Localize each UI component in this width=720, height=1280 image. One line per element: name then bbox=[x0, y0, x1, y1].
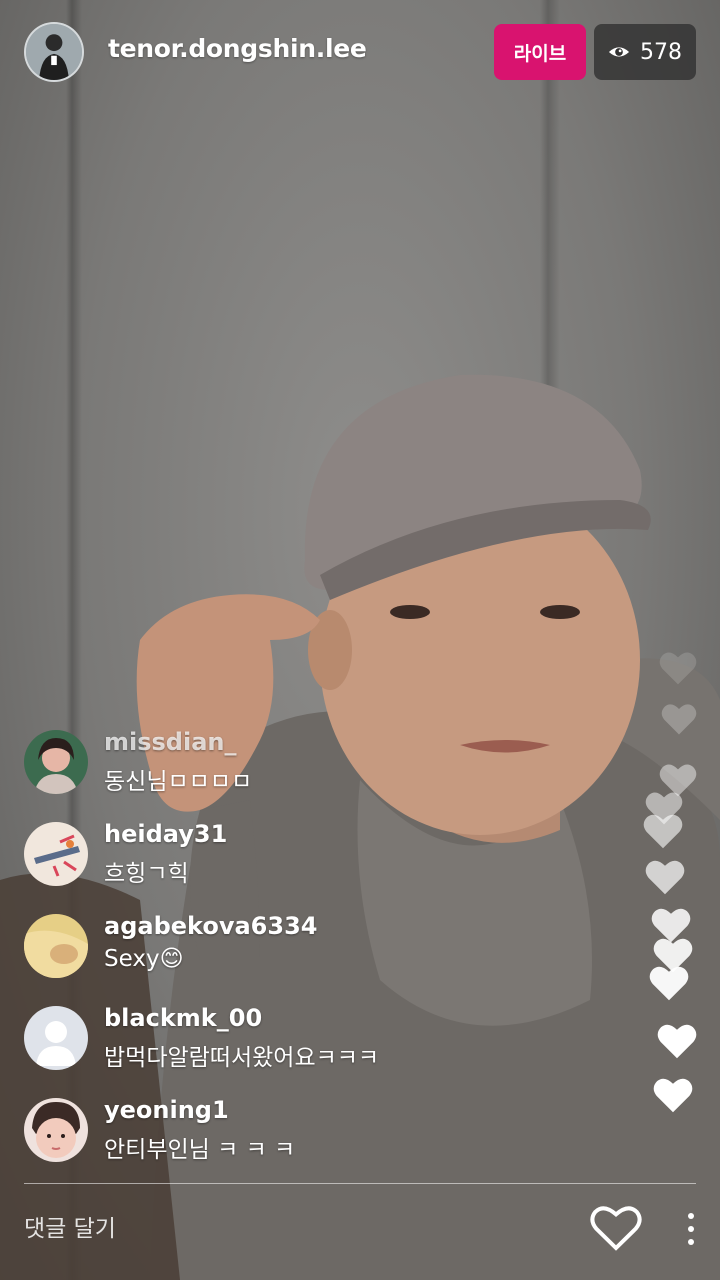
heart-icon bbox=[657, 1024, 697, 1059]
heart-icon bbox=[661, 704, 697, 735]
like-button[interactable] bbox=[590, 1204, 642, 1252]
comment-text: 동신님ㅁㅁㅁㅁ bbox=[104, 769, 253, 795]
comment-item: agabekova6334 Sexy😊 bbox=[24, 908, 584, 1000]
heart-icon bbox=[659, 652, 697, 685]
viewer-count-badge[interactable]: 578 bbox=[594, 24, 696, 80]
live-header: tenor.dongshin.lee 라이브 578 bbox=[0, 0, 720, 104]
comment-item: heiday31 흐힝ㄱ힉 bbox=[24, 816, 584, 908]
heart-icon bbox=[653, 1078, 693, 1113]
comment-text: 흐힝ㄱ힉 bbox=[104, 861, 189, 887]
comment-text: Sexy😊 bbox=[104, 946, 184, 972]
more-options-button[interactable] bbox=[674, 1206, 708, 1252]
more-vertical-icon-dot bbox=[688, 1213, 694, 1219]
broadcaster-avatar[interactable] bbox=[24, 22, 84, 82]
heart-icon bbox=[643, 814, 683, 849]
avatar-image bbox=[24, 730, 88, 794]
live-badge: 라이브 bbox=[494, 24, 586, 80]
comment-item: missdian_ 동신님ㅁㅁㅁㅁ bbox=[24, 724, 584, 816]
comment-item: yeoning1 안티부인님 ㅋ ㅋ ㅋ bbox=[24, 1092, 584, 1184]
comment-divider bbox=[24, 1183, 696, 1184]
commenter-avatar[interactable] bbox=[24, 822, 88, 886]
broadcaster-username[interactable]: tenor.dongshin.lee bbox=[108, 34, 367, 63]
comment-item: blackmk_00 밥먹다알람떠서왔어요ㅋㅋㅋ bbox=[24, 1000, 584, 1092]
comment-list: missdian_ 동신님ㅁㅁㅁㅁ heiday31 흐힝ㄱ힉 agabekov… bbox=[24, 724, 584, 1184]
avatar-image bbox=[24, 822, 88, 886]
comment-text: 안티부인님 ㅋ ㅋ ㅋ bbox=[104, 1137, 296, 1163]
commenter-avatar[interactable] bbox=[24, 1006, 88, 1070]
heart-icon bbox=[645, 860, 685, 895]
viewer-count: 578 bbox=[640, 39, 682, 65]
more-vertical-icon-dot bbox=[688, 1226, 694, 1232]
commenter-username[interactable]: agabekova6334 bbox=[104, 912, 317, 940]
eye-icon bbox=[608, 47, 630, 57]
comment-text: 밥먹다알람떠서왔어요ㅋㅋㅋ bbox=[104, 1045, 380, 1071]
default-avatar-icon bbox=[24, 1006, 88, 1070]
comment-input[interactable] bbox=[24, 1206, 544, 1252]
commenter-username[interactable]: yeoning1 bbox=[104, 1096, 229, 1124]
commenter-avatar[interactable] bbox=[24, 1098, 88, 1162]
commenter-username[interactable]: heiday31 bbox=[104, 820, 227, 848]
heart-icon bbox=[590, 1206, 642, 1251]
commenter-username[interactable]: missdian_ bbox=[104, 728, 237, 756]
avatar-image bbox=[24, 914, 88, 978]
live-video-screen: tenor.dongshin.lee 라이브 578 missdian_ 동신님… bbox=[0, 0, 720, 1280]
heart-icon bbox=[649, 966, 689, 1001]
avatar-image bbox=[26, 24, 82, 80]
commenter-avatar[interactable] bbox=[24, 730, 88, 794]
commenter-avatar[interactable] bbox=[24, 914, 88, 978]
floating-hearts bbox=[630, 640, 720, 1140]
avatar-image bbox=[24, 1098, 88, 1162]
more-vertical-icon-dot bbox=[688, 1239, 694, 1245]
commenter-username[interactable]: blackmk_00 bbox=[104, 1004, 262, 1032]
